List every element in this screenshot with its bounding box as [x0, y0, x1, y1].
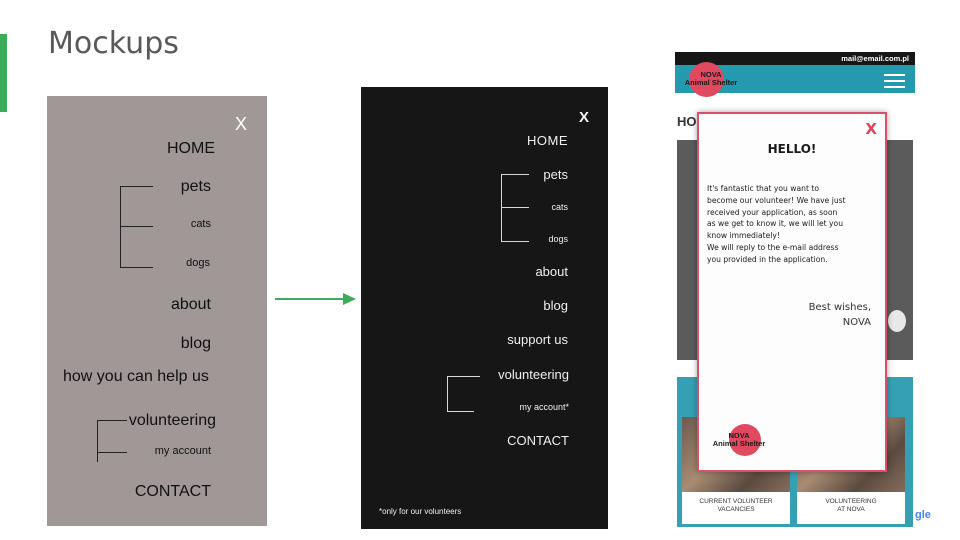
menu-item-cats[interactable]: cats [551, 202, 568, 212]
menu-item-pets[interactable]: pets [181, 178, 211, 196]
modal-body: It's fantastic that you want to become o… [707, 183, 883, 265]
logo-line-2: Animal Shelter [684, 77, 738, 87]
tree-line [97, 452, 127, 453]
accent-bar [0, 34, 7, 112]
modal-text-line: become our volunteer! We have just [707, 195, 846, 205]
tree-line [447, 411, 474, 412]
modal-title: HELLO! [767, 142, 817, 156]
menu-item-help[interactable]: how you can help us [63, 368, 209, 386]
card-label: VOLUNTEERING [825, 498, 877, 505]
carousel-next-icon[interactable] [888, 310, 906, 332]
logo-line-2: Animal Shelter [712, 438, 766, 448]
mockup-gray-menu: X HOME pets cats dogs about blog how you… [47, 96, 267, 526]
card-volunteering[interactable]: VOLUNTEERING AT NOVA [797, 492, 905, 524]
tree-line [120, 226, 153, 227]
signature-line: NOVA [842, 317, 871, 328]
modal-text-line: know immediately! [707, 231, 780, 241]
menu-item-pets[interactable]: pets [543, 167, 568, 182]
menu-item-home[interactable]: HOME [527, 133, 568, 148]
menu-item-blog[interactable]: blog [181, 335, 211, 353]
tree-line [501, 207, 529, 208]
card-label: CURRENT VOLUNTEER [699, 498, 773, 505]
arrow-right-icon [343, 293, 356, 305]
tree-line [501, 241, 529, 242]
tree-line [97, 420, 98, 462]
modal-logo-text: NOVA Animal Shelter [707, 432, 771, 447]
menu-item-volunteering[interactable]: volunteering [129, 412, 216, 430]
page-heading: HO [677, 114, 697, 129]
signature-line: Best wishes, [808, 302, 871, 313]
menu-item-account[interactable]: my account* [519, 402, 569, 412]
modal-text-line: you provided in the application. [707, 254, 828, 264]
close-icon[interactable]: X [235, 114, 247, 135]
mockup-dark-menu: X HOME pets cats dogs about blog support… [361, 87, 608, 529]
google-logo-text: gle [915, 509, 931, 521]
menu-item-about[interactable]: about [171, 296, 211, 314]
menu-item-dogs[interactable]: dogs [548, 234, 568, 244]
hamburger-menu-icon[interactable] [884, 74, 905, 88]
slide-title: Mockups [48, 26, 179, 61]
email-link[interactable]: mail@email.com.pl [841, 54, 909, 63]
close-icon[interactable]: X [865, 120, 877, 138]
tree-line [120, 186, 153, 187]
tree-line [501, 174, 529, 175]
logo-text: NOVA Animal Shelter [676, 71, 746, 86]
mockup-phone: mail@email.com.pl NOVA Animal Shelter HO… [675, 52, 915, 528]
footnote: *only for our volunteers [379, 507, 462, 516]
card-vacancies[interactable]: CURRENT VOLUNTEER VACANCIES [682, 492, 790, 524]
close-icon[interactable]: X [579, 109, 589, 126]
card-label: VACANCIES [717, 506, 755, 514]
tree-line [501, 174, 502, 242]
tree-line [120, 186, 121, 268]
tree-line [447, 376, 448, 412]
menu-item-blog[interactable]: blog [543, 298, 568, 313]
tree-line [97, 420, 127, 421]
menu-item-contact[interactable]: CONTACT [135, 483, 211, 501]
modal-signature: Best wishes, NOVA [809, 300, 871, 330]
modal-text-line: as we get to know it, we will let you [707, 219, 844, 229]
menu-item-account[interactable]: my account [155, 445, 211, 457]
tree-line [447, 376, 480, 377]
modal-text-line: received your application, as soon [707, 207, 838, 217]
card-label: AT NOVA [837, 506, 865, 514]
menu-item-home[interactable]: HOME [167, 140, 215, 158]
hello-modal: X HELLO! It's fantastic that you want to… [697, 112, 887, 472]
menu-item-dogs[interactable]: dogs [186, 257, 210, 269]
modal-text-line: We will reply to the e-mail address [707, 242, 839, 252]
google-logo-partial: gle [915, 509, 931, 521]
menu-item-cats[interactable]: cats [191, 218, 211, 230]
menu-item-volunteering[interactable]: volunteering [498, 367, 569, 382]
modal-text-line: It's fantastic that you want to [707, 184, 819, 193]
menu-item-support[interactable]: support us [507, 332, 568, 347]
menu-item-about[interactable]: about [535, 264, 568, 279]
arrow-line [275, 298, 345, 300]
tree-line [120, 267, 153, 268]
menu-item-contact[interactable]: CONTACT [507, 433, 569, 448]
